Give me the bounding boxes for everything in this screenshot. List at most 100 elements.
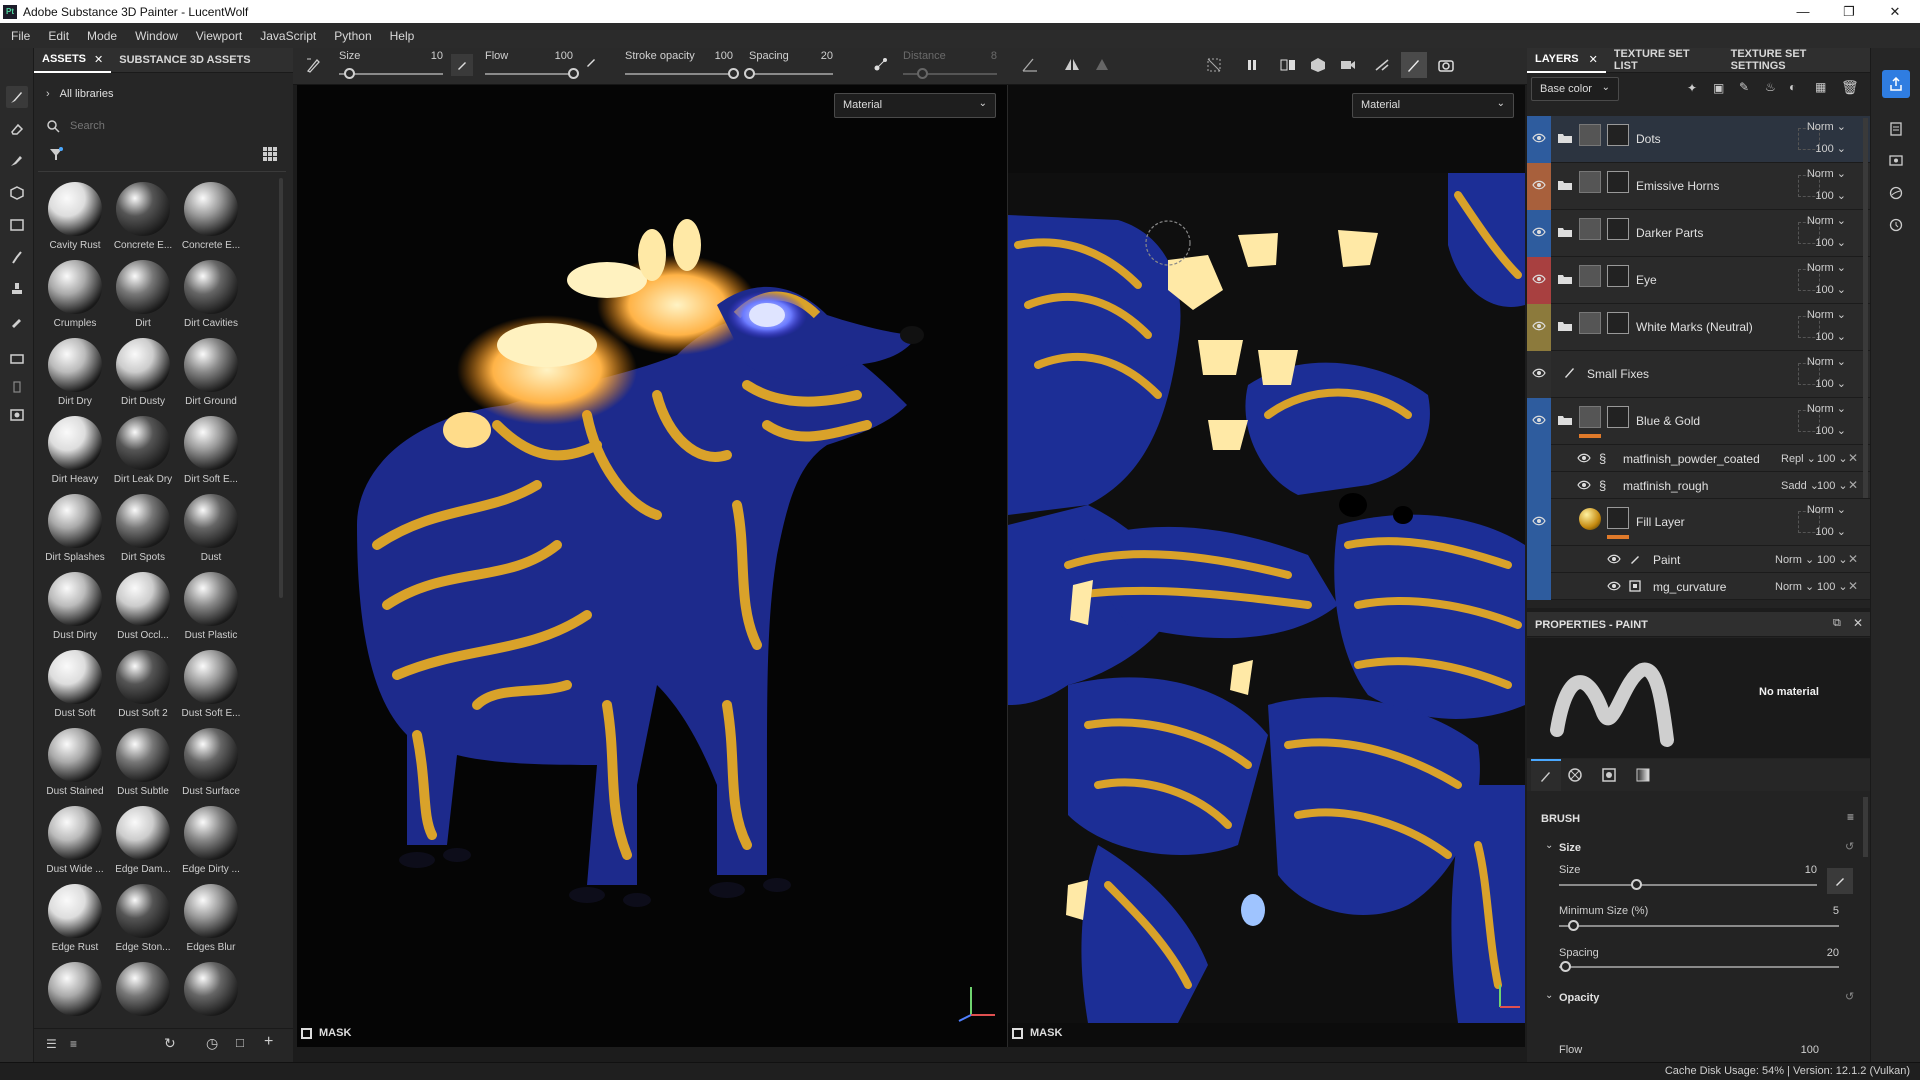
eye-visibility-icon[interactable] bbox=[1532, 227, 1546, 237]
folder-icon[interactable] bbox=[1557, 414, 1573, 426]
blend-mode-dropdown[interactable]: Norm ⌄ bbox=[1807, 402, 1846, 415]
asset-thumbnail[interactable]: Concrete E... bbox=[176, 178, 242, 256]
folder-icon[interactable] bbox=[1557, 132, 1573, 144]
asset-thumbnail[interactable]: Edge Dam... bbox=[108, 802, 174, 880]
symmetry-mirror-icon[interactable] bbox=[1093, 56, 1111, 74]
tab-texture-set-settings[interactable]: TEXTURE SET SETTINGS bbox=[1723, 48, 1870, 73]
layer-row[interactable]: Emissive Horns Norm ⌄ 100 ⌄ bbox=[1527, 163, 1870, 210]
asset-thumbnail[interactable]: Dust Soft E... bbox=[176, 646, 242, 724]
add-mask-icon[interactable]: ▣ bbox=[1713, 81, 1724, 95]
blend-mode-dropdown[interactable]: Norm ⌄ bbox=[1775, 553, 1814, 566]
asset-thumbnail[interactable]: Dust Occl... bbox=[108, 568, 174, 646]
material-tab-icon[interactable] bbox=[1567, 767, 1583, 783]
menu-help[interactable]: Help bbox=[381, 29, 424, 43]
brush-spacing-knob[interactable] bbox=[1559, 961, 1571, 972]
menu-window[interactable]: Window bbox=[126, 29, 187, 43]
asset-thumbnail[interactable]: Dirt Dry bbox=[40, 334, 106, 412]
alignment-icon[interactable] bbox=[1021, 56, 1039, 74]
float-panel-icon[interactable]: ⧉ bbox=[1833, 617, 1841, 630]
blend-mode-dropdown[interactable]: Norm ⌄ bbox=[1807, 214, 1846, 227]
pause-icon[interactable] bbox=[1243, 56, 1261, 74]
eye-visibility-icon[interactable] bbox=[1532, 415, 1546, 425]
tab-assets[interactable]: ASSETS ✕ bbox=[34, 48, 112, 73]
measure-tool-icon[interactable] bbox=[6, 376, 28, 398]
camera-icon[interactable] bbox=[1339, 56, 1357, 74]
opacity-dropdown[interactable]: 100 ⌄ bbox=[1815, 525, 1846, 538]
clone-stamp-tool-icon[interactable] bbox=[6, 278, 28, 300]
blend-mode-dropdown[interactable]: Norm ⌄ bbox=[1807, 261, 1846, 274]
asset-thumbnail[interactable]: Edge Dirty ... bbox=[176, 802, 242, 880]
asset-thumbnail[interactable]: Edges Blur bbox=[176, 880, 242, 958]
brush-spacing-track[interactable] bbox=[1559, 966, 1839, 968]
asset-thumbnail[interactable]: Cavity Rust bbox=[40, 178, 106, 256]
layer-mask-icon[interactable] bbox=[1607, 171, 1629, 193]
mask-effect-row[interactable]: mg_curvature Norm ⌄ 100 ⌄ ✕ bbox=[1527, 573, 1870, 600]
symmetry-icon[interactable] bbox=[1063, 56, 1081, 74]
pen-pressure-flow-icon[interactable] bbox=[585, 56, 597, 68]
eraser-tool-icon[interactable] bbox=[6, 118, 28, 140]
remove-icon[interactable]: ✕ bbox=[1848, 552, 1858, 566]
search-field[interactable] bbox=[46, 116, 271, 136]
reset-icon[interactable]: ↺ bbox=[1845, 990, 1854, 1003]
size-slider-knob[interactable] bbox=[344, 68, 356, 79]
blend-mode-dropdown[interactable]: Norm ⌄ bbox=[1807, 120, 1846, 133]
brush-tab-icon[interactable] bbox=[1531, 759, 1561, 791]
remove-icon[interactable]: ✕ bbox=[1848, 451, 1858, 465]
menu-javascript[interactable]: JavaScript bbox=[251, 29, 325, 43]
asset-thumbnail[interactable]: Dust Stained bbox=[40, 724, 106, 802]
screenshot-tool-icon[interactable] bbox=[6, 404, 28, 426]
search-input[interactable] bbox=[70, 120, 260, 132]
folder-icon[interactable]: □ bbox=[236, 1035, 244, 1050]
spacing-slider-track[interactable] bbox=[749, 73, 833, 75]
viewport-3d-material-dropdown[interactable]: Material ⌄ bbox=[834, 93, 996, 118]
opacity-dropdown[interactable]: 100 ⌄ bbox=[1815, 424, 1846, 437]
asset-thumbnail[interactable]: Dirt Cavities bbox=[176, 256, 242, 334]
viewport-2d-mask-toggle[interactable]: MASK bbox=[1012, 1027, 1062, 1039]
menu-mode[interactable]: Mode bbox=[78, 29, 126, 43]
effect-row[interactable]: § matfinish_rough Sadd ⌄ 100 ⌄ ✕ bbox=[1527, 472, 1870, 499]
color-picker-tool-icon[interactable] bbox=[6, 310, 28, 332]
layers-scrollbar[interactable] bbox=[1863, 118, 1868, 498]
smudge-tool-icon[interactable] bbox=[6, 246, 28, 268]
layer-row[interactable]: White Marks (Neutral) Norm ⌄ 100 ⌄ bbox=[1527, 304, 1870, 351]
blend-mode-dropdown[interactable]: Norm ⌄ bbox=[1807, 167, 1846, 180]
mask-effect-row[interactable]: Paint Norm ⌄ 100 ⌄ ✕ bbox=[1527, 546, 1870, 573]
asset-thumbnail[interactable] bbox=[40, 958, 106, 1036]
layers-dock-icon[interactable] bbox=[1885, 118, 1907, 140]
asset-thumbnail[interactable]: Dust Plastic bbox=[176, 568, 242, 646]
geometry-fill-tool-icon[interactable] bbox=[6, 182, 28, 204]
close-tab-icon[interactable]: ✕ bbox=[1589, 53, 1598, 66]
asset-scrollbar[interactable] bbox=[279, 178, 283, 598]
environment-light-icon[interactable] bbox=[1373, 56, 1391, 74]
close-panel-icon[interactable]: ✕ bbox=[1853, 616, 1863, 630]
opacity-dropdown[interactable]: 100 ⌄ bbox=[1817, 580, 1848, 593]
opacity-group-title[interactable]: Opacity bbox=[1559, 992, 1599, 1004]
opacity-dropdown[interactable]: 100 ⌄ bbox=[1817, 553, 1848, 566]
asset-thumbnail[interactable]: Concrete E... bbox=[108, 178, 174, 256]
flow-slider-track[interactable] bbox=[485, 73, 573, 75]
blend-mode-dropdown[interactable]: Norm ⌄ bbox=[1807, 308, 1846, 321]
eye-visibility-icon[interactable] bbox=[1532, 368, 1546, 378]
asset-thumbnail[interactable]: Dirt Dusty bbox=[108, 334, 174, 412]
viewport-3d[interactable]: Material ⌄ MASK bbox=[297, 85, 1007, 1047]
delete-layer-icon[interactable]: 🗑 bbox=[1841, 79, 1859, 96]
menu-file[interactable]: File bbox=[2, 29, 39, 43]
layer-mask-icon[interactable] bbox=[1607, 218, 1629, 240]
asset-thumbnail[interactable]: Dust Dirty bbox=[40, 568, 106, 646]
properties-scrollbar[interactable] bbox=[1863, 797, 1868, 857]
asset-thumbnail[interactable]: Dirt Leak Dry bbox=[108, 412, 174, 490]
spacing-slider-knob[interactable] bbox=[744, 68, 755, 79]
paint-brush-tool-icon[interactable] bbox=[6, 86, 28, 108]
filter-icon[interactable] bbox=[48, 146, 64, 162]
polygon-fill-tool-icon[interactable] bbox=[6, 214, 28, 236]
folder-icon[interactable] bbox=[1557, 273, 1573, 285]
add-effect-icon[interactable]: ✦ bbox=[1687, 81, 1697, 95]
brush-size-knob[interactable] bbox=[1631, 879, 1643, 890]
add-fill-layer-icon[interactable]: ♨ bbox=[1765, 80, 1776, 94]
layer-row[interactable]: Eye Norm ⌄ 100 ⌄ bbox=[1527, 257, 1870, 304]
size-group-title[interactable]: Size bbox=[1559, 842, 1581, 854]
eye-visibility-icon[interactable] bbox=[1532, 133, 1546, 143]
asset-thumbnail[interactable]: Dirt Heavy bbox=[40, 412, 106, 490]
tab-layers[interactable]: LAYERS ✕ bbox=[1527, 48, 1606, 73]
share-export-icon[interactable] bbox=[1882, 70, 1910, 98]
